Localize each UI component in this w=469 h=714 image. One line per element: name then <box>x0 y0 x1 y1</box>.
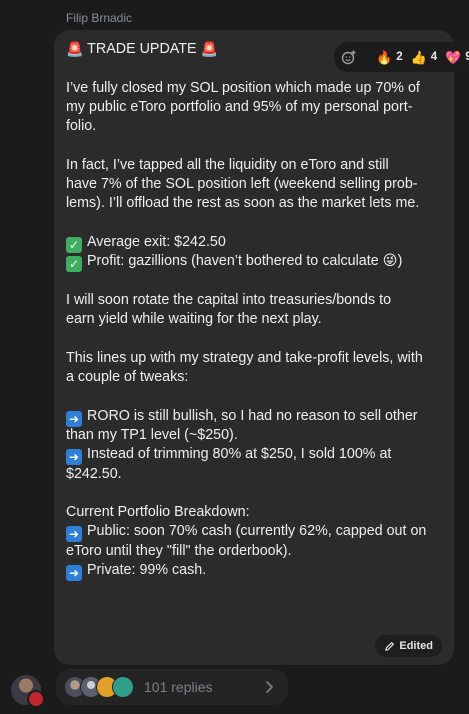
check-mark-icon: ✓ <box>66 236 82 253</box>
chevron-right-icon <box>266 681 273 693</box>
message-title-line: 🚨 TRADE UPDATE 🚨 <box>66 40 446 59</box>
arrow-item: ➜ Private: 99% cash. <box>66 561 446 582</box>
text-line: have 7% of the SOL position left (weeken… <box>66 176 418 193</box>
sparkling-heart-icon: 💖 <box>445 49 462 65</box>
text-line: earn yield while waiting for the next pl… <box>66 311 322 328</box>
public-breakdown: Public: soon 70% cash (currently 62%, ca… <box>87 523 427 540</box>
text-line: $242.50. <box>66 465 122 482</box>
sender-name[interactable]: Filip Brnadic <box>66 11 132 25</box>
arrow-item-text: Instead of trimming 80% at $250, I sold … <box>87 446 392 463</box>
text-line: I’ve fully closed my SOL position which … <box>66 79 420 96</box>
right-arrow-icon: ➜ <box>66 565 82 582</box>
text-line: In fact, I’ve tapped all the liquidity o… <box>66 156 389 173</box>
arrow-item: ➜ Instead of trimming 80% at $250, I sold… <box>66 445 446 466</box>
checklist-item: ✓ Average exit: $242.50 <box>66 233 446 253</box>
breakdown-title: Current Portfolio Breakdown: <box>66 504 250 521</box>
arrow-item: ➜ RORO is still bullish, so I had no reas… <box>66 407 446 427</box>
profit-text: Profit: gazillions (haven’t bothered to … <box>87 253 379 270</box>
text-line: This lines up with my strategy and take-… <box>66 349 423 366</box>
message-bubble: 🔥 2 👍 4 💖 9 🚨 TRADE UPDATE 🚨 I’ve fully … <box>54 30 469 665</box>
arrow-item: ➜ Public: soon 70% cash (currently 62%, c… <box>66 522 446 543</box>
siren-icon: 🚨 <box>200 41 218 57</box>
text-line: folio. <box>66 118 97 135</box>
replier-avatars <box>64 676 134 698</box>
message-text: 🚨 TRADE UPDATE 🚨 I’ve fully closed my SO… <box>66 40 446 582</box>
winking-tongue-icon: 😜 <box>382 253 398 270</box>
text-line: my public eToro portfolio and 95% of my … <box>66 98 413 115</box>
right-arrow-icon: ➜ <box>66 410 82 427</box>
avatar-badge <box>27 690 45 708</box>
text-line: lems). I’ll offload the rest as soon as … <box>66 195 420 212</box>
siren-icon: 🚨 <box>66 41 84 57</box>
right-arrow-icon: ➜ <box>66 449 82 466</box>
text-line: eToro until they "fill" the orderbook). <box>66 542 292 559</box>
check-mark-icon: ✓ <box>66 256 82 273</box>
checklist-item: ✓ Profit: gazillions (haven’t bothered to… <box>66 252 446 273</box>
right-arrow-icon: ➜ <box>66 526 82 543</box>
sender-avatar[interactable] <box>11 675 45 708</box>
reaction-heart[interactable]: 💖 9 <box>445 51 469 64</box>
edited-label: Edited <box>399 640 433 652</box>
pencil-icon <box>385 641 395 651</box>
text-line: I will soon rotate the capital into trea… <box>66 291 392 308</box>
average-exit: Average exit: $242.50 <box>87 233 226 250</box>
edited-badge[interactable]: Edited <box>375 635 442 657</box>
replies-button[interactable]: 101 replies <box>56 669 288 705</box>
arrow-item-text: RORO is still bullish, so I had no reaso… <box>87 407 418 424</box>
message-title: TRADE UPDATE <box>87 41 197 57</box>
profit-text-end: ) <box>397 253 403 270</box>
replier-avatar <box>112 676 134 698</box>
private-breakdown: Private: 99% cash. <box>87 562 207 579</box>
replies-count: 101 replies <box>144 679 213 695</box>
text-line: than my TP1 level (~$250). <box>66 426 238 443</box>
chat-message-view: Filip Brnadic 🔥 2 👍 4 💖 9 🚨 TRADE UPDATE… <box>0 0 469 714</box>
text-line: a couple of tweaks: <box>66 369 189 386</box>
reaction-count: 9 <box>465 51 469 63</box>
